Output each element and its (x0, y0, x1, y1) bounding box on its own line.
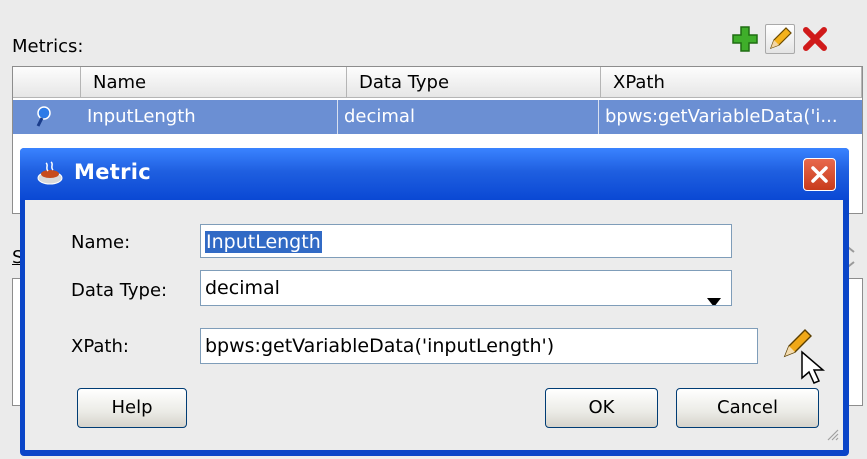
column-header-icon (13, 67, 81, 98)
ok-button[interactable]: OK (545, 388, 658, 428)
metric-icon (35, 106, 53, 133)
xpath-value: bpws:getVariableData('inputLength') (205, 335, 555, 357)
cancel-button[interactable]: Cancel (676, 388, 819, 428)
metrics-label: Metrics: (12, 36, 83, 57)
dialog-title: Metric (74, 160, 151, 184)
metric-dialog: Metric Name: InputLength Data Type: deci… (20, 148, 849, 456)
datatype-select[interactable]: decimal (200, 270, 732, 306)
xpath-field[interactable]: bpws:getVariableData('inputLength') (200, 328, 758, 364)
column-header-data-type[interactable]: Data Type (347, 67, 601, 98)
name-label: Name: (71, 232, 131, 253)
name-value: InputLength (205, 231, 322, 253)
close-button[interactable] (803, 158, 836, 191)
name-field[interactable]: InputLength (200, 224, 732, 258)
row-name-cell[interactable]: InputLength (81, 100, 347, 134)
dialog-body: Name: InputLength Data Type: decimal XPa… (25, 200, 843, 450)
chevron-down-icon[interactable] (707, 284, 721, 305)
metrics-label-text: Metrics: (12, 36, 84, 57)
dialog-titlebar[interactable]: Metric (20, 148, 849, 200)
java-cup-icon (36, 160, 66, 193)
delete-icon[interactable] (800, 24, 830, 54)
close-icon (811, 166, 828, 183)
row-datatype-cell[interactable]: decimal (337, 100, 601, 134)
column-header-xpath[interactable]: XPath (601, 67, 862, 98)
add-icon[interactable] (730, 24, 760, 54)
xpath-label: XPath: (71, 336, 129, 357)
cursor-icon (800, 350, 826, 391)
column-header-name[interactable]: Name (81, 67, 347, 98)
datatype-label: Data Type: (71, 280, 168, 301)
row-xpath-cell[interactable]: bpws:getVariableData('i... (598, 100, 862, 134)
resize-grip-icon[interactable] (825, 424, 839, 446)
datatype-value: decimal (205, 277, 280, 299)
edit-icon[interactable] (765, 24, 795, 54)
help-button[interactable]: Help (77, 388, 187, 428)
